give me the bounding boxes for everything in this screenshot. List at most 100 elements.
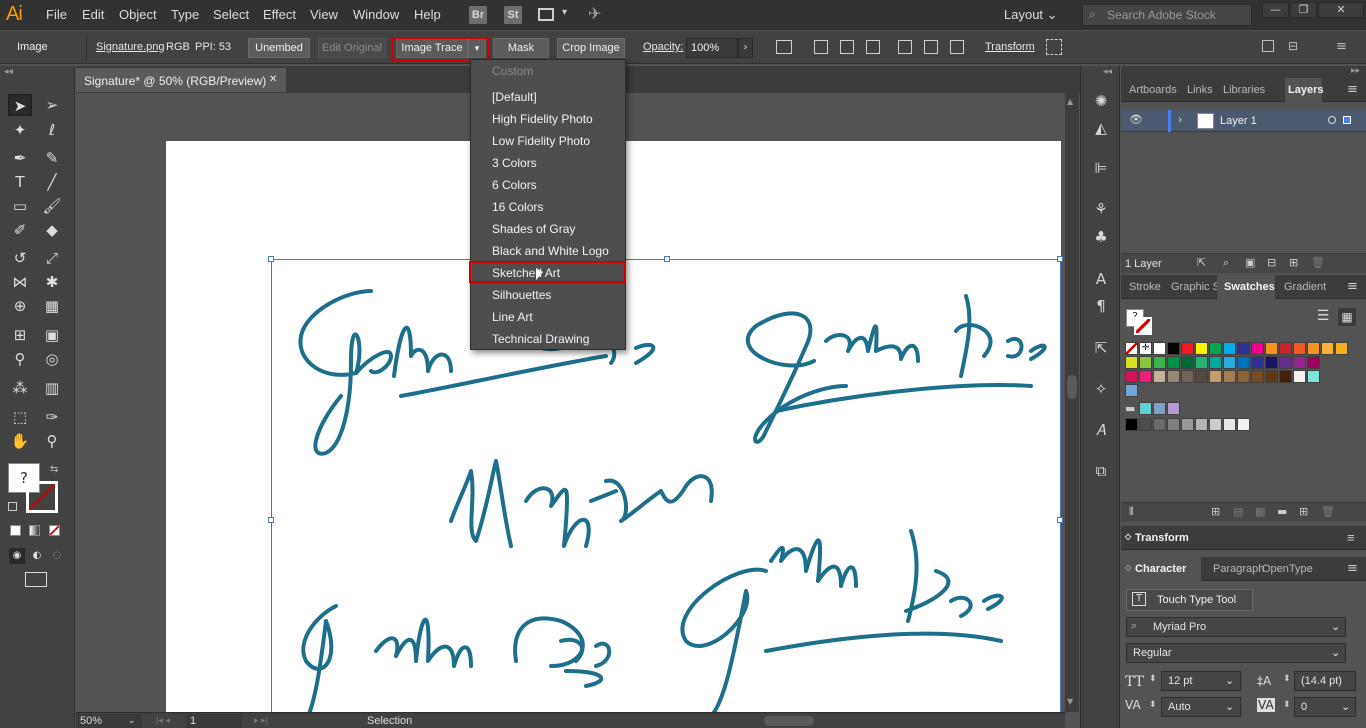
gray-swatch[interactable] xyxy=(1181,418,1194,431)
grid-view-icon[interactable]: ▦ xyxy=(1338,308,1356,326)
color-swatch[interactable] xyxy=(1153,342,1166,355)
color-swatch[interactable] xyxy=(1307,370,1320,383)
color-swatch[interactable] xyxy=(1237,342,1250,355)
tab-gradient[interactable]: Gradient xyxy=(1284,281,1326,293)
align-center-icon[interactable] xyxy=(840,40,854,54)
color-swatch[interactable] xyxy=(1195,342,1208,355)
color-swatch[interactable] xyxy=(1209,342,1222,355)
none-mode-icon[interactable] xyxy=(49,525,60,536)
swap-fill-stroke-icon[interactable]: ⇆ xyxy=(50,464,58,475)
bridge-icon[interactable]: Br xyxy=(469,6,487,24)
chevron-right-icon[interactable]: › xyxy=(1178,113,1182,126)
color-swatch[interactable] xyxy=(1293,342,1306,355)
color-swatch[interactable] xyxy=(1153,370,1166,383)
color-swatch[interactable] xyxy=(1125,370,1138,383)
artboard-tool-icon[interactable]: ⬚ xyxy=(8,406,32,428)
color-swatch[interactable] xyxy=(1307,342,1320,355)
opacity-label[interactable]: Opacity: xyxy=(643,41,683,53)
font-style-dropdown[interactable]: Regular ⌄ xyxy=(1126,643,1346,663)
color-swatch[interactable] xyxy=(1335,342,1348,355)
color-swatch[interactable] xyxy=(1223,342,1236,355)
tab-layers[interactable]: Layers xyxy=(1288,84,1323,96)
color-swatch[interactable] xyxy=(1209,356,1222,369)
menu-file[interactable]: File xyxy=(46,7,67,22)
color-swatch[interactable] xyxy=(1153,356,1166,369)
magic-wand-tool-icon[interactable]: ✦ xyxy=(8,119,32,141)
color-swatch[interactable] xyxy=(1195,356,1208,369)
slice-tool-icon[interactable]: ✑ xyxy=(40,406,64,428)
trace-preset-technical-drawing[interactable]: Technical Drawing xyxy=(471,328,625,350)
color-swatch[interactable] xyxy=(1195,370,1208,383)
black-swatch[interactable] xyxy=(1125,418,1138,431)
color-group-icon[interactable] xyxy=(1125,384,1138,397)
zoom-level-field[interactable]: 50% ⌄ xyxy=(76,714,142,728)
appearance-icon[interactable]: ◭ xyxy=(1091,118,1111,138)
current-stroke-icon[interactable] xyxy=(1134,317,1152,335)
color-swatch[interactable] xyxy=(1167,342,1180,355)
resize-handle[interactable] xyxy=(268,517,274,523)
curvature-tool-icon[interactable]: ✎ xyxy=(40,147,64,169)
character-styles-icon[interactable]: A xyxy=(1091,269,1111,289)
layer-row[interactable]: 👁 › Layer 1 xyxy=(1121,110,1366,132)
color-swatch[interactable] xyxy=(1279,370,1292,383)
color-swatch[interactable] xyxy=(1181,356,1194,369)
linked-file-name[interactable]: Signature.png xyxy=(96,41,165,53)
tab-stroke[interactable]: Stroke xyxy=(1129,281,1161,293)
color-swatch[interactable] xyxy=(1237,356,1250,369)
pathfinder-icon[interactable]: ⧉ xyxy=(1091,461,1111,481)
new-swatch-icon[interactable]: ⊞ xyxy=(1299,505,1308,518)
color-swatch[interactable] xyxy=(1237,370,1250,383)
default-fill-stroke-icon[interactable] xyxy=(8,502,17,511)
eraser-tool-icon[interactable]: ◆ xyxy=(40,219,64,241)
menu-effect[interactable]: Effect xyxy=(263,7,296,22)
color-swatch[interactable] xyxy=(1125,356,1138,369)
export-icon[interactable]: ⇱ xyxy=(1091,338,1111,358)
tab-links[interactable]: Links xyxy=(1187,84,1213,96)
registration-swatch[interactable]: ✛ xyxy=(1139,342,1152,355)
align-panel-icon[interactable]: ⊫ xyxy=(1091,158,1111,178)
perspective-grid-tool-icon[interactable]: ▦ xyxy=(40,295,64,317)
scroll-thumb[interactable] xyxy=(1067,375,1077,399)
color-swatch[interactable] xyxy=(1265,342,1278,355)
trace-preset-silhouettes[interactable]: Silhouettes xyxy=(471,284,625,306)
resize-handle[interactable] xyxy=(664,256,670,262)
swatch-libraries-icon[interactable]: ⫴ xyxy=(1129,505,1134,519)
tab-libraries[interactable]: Libraries xyxy=(1223,84,1265,96)
align-right-icon[interactable] xyxy=(866,40,880,54)
new-layer-icon[interactable]: ⊞ xyxy=(1289,256,1298,269)
font-size-field[interactable]: 12 pt ⌄ xyxy=(1161,671,1241,691)
menu-edit[interactable]: Edit xyxy=(82,7,104,22)
line-tool-icon[interactable]: ╱ xyxy=(40,171,64,193)
color-swatch[interactable] xyxy=(1139,402,1152,415)
color-swatch[interactable] xyxy=(1167,356,1180,369)
collapse-icon[interactable]: ◂◂ xyxy=(1103,67,1112,77)
color-mode-icon[interactable] xyxy=(10,525,21,536)
font-family-dropdown[interactable]: ⌕ Myriad Pro ⌄ xyxy=(1126,617,1346,637)
trace-preset-shades-of-gray[interactable]: Shades of Gray xyxy=(471,218,625,240)
stock-icon[interactable]: St xyxy=(504,6,522,24)
color-swatch[interactable] xyxy=(1251,356,1264,369)
horizontal-scroll-thumb[interactable] xyxy=(764,716,814,726)
width-tool-icon[interactable]: ⋈ xyxy=(8,271,32,293)
arrange-documents-icon[interactable] xyxy=(538,8,554,21)
gradient-tool-icon[interactable]: ▣ xyxy=(40,324,64,346)
tab-swatches[interactable]: Swatches xyxy=(1224,281,1275,293)
gray-swatch[interactable] xyxy=(1237,418,1250,431)
arrange-icon[interactable]: ⊟ xyxy=(1288,39,1298,53)
color-swatch[interactable] xyxy=(1181,370,1194,383)
align-bottom-icon[interactable] xyxy=(950,40,964,54)
make-clipping-mask-icon[interactable]: ▣ xyxy=(1245,256,1255,269)
pen-tool-icon[interactable]: ✒ xyxy=(8,147,32,169)
artboard-number-field[interactable]: 1 xyxy=(186,714,242,728)
panel-menu-icon[interactable]: ≡ xyxy=(1336,39,1347,54)
scale-tool-icon[interactable]: ⤢ xyxy=(40,247,64,269)
screen-mode-icon[interactable] xyxy=(25,572,47,587)
color-swatch[interactable] xyxy=(1307,356,1320,369)
color-swatch[interactable] xyxy=(1181,342,1194,355)
tab-artboards[interactable]: Artboards xyxy=(1129,84,1177,96)
selection-indicator[interactable] xyxy=(1343,116,1351,124)
stroke-swatch-icon[interactable] xyxy=(26,481,58,513)
color-swatch[interactable] xyxy=(1167,402,1180,415)
symbols-icon[interactable]: ♣ xyxy=(1091,227,1111,247)
color-swatch[interactable] xyxy=(1251,370,1264,383)
